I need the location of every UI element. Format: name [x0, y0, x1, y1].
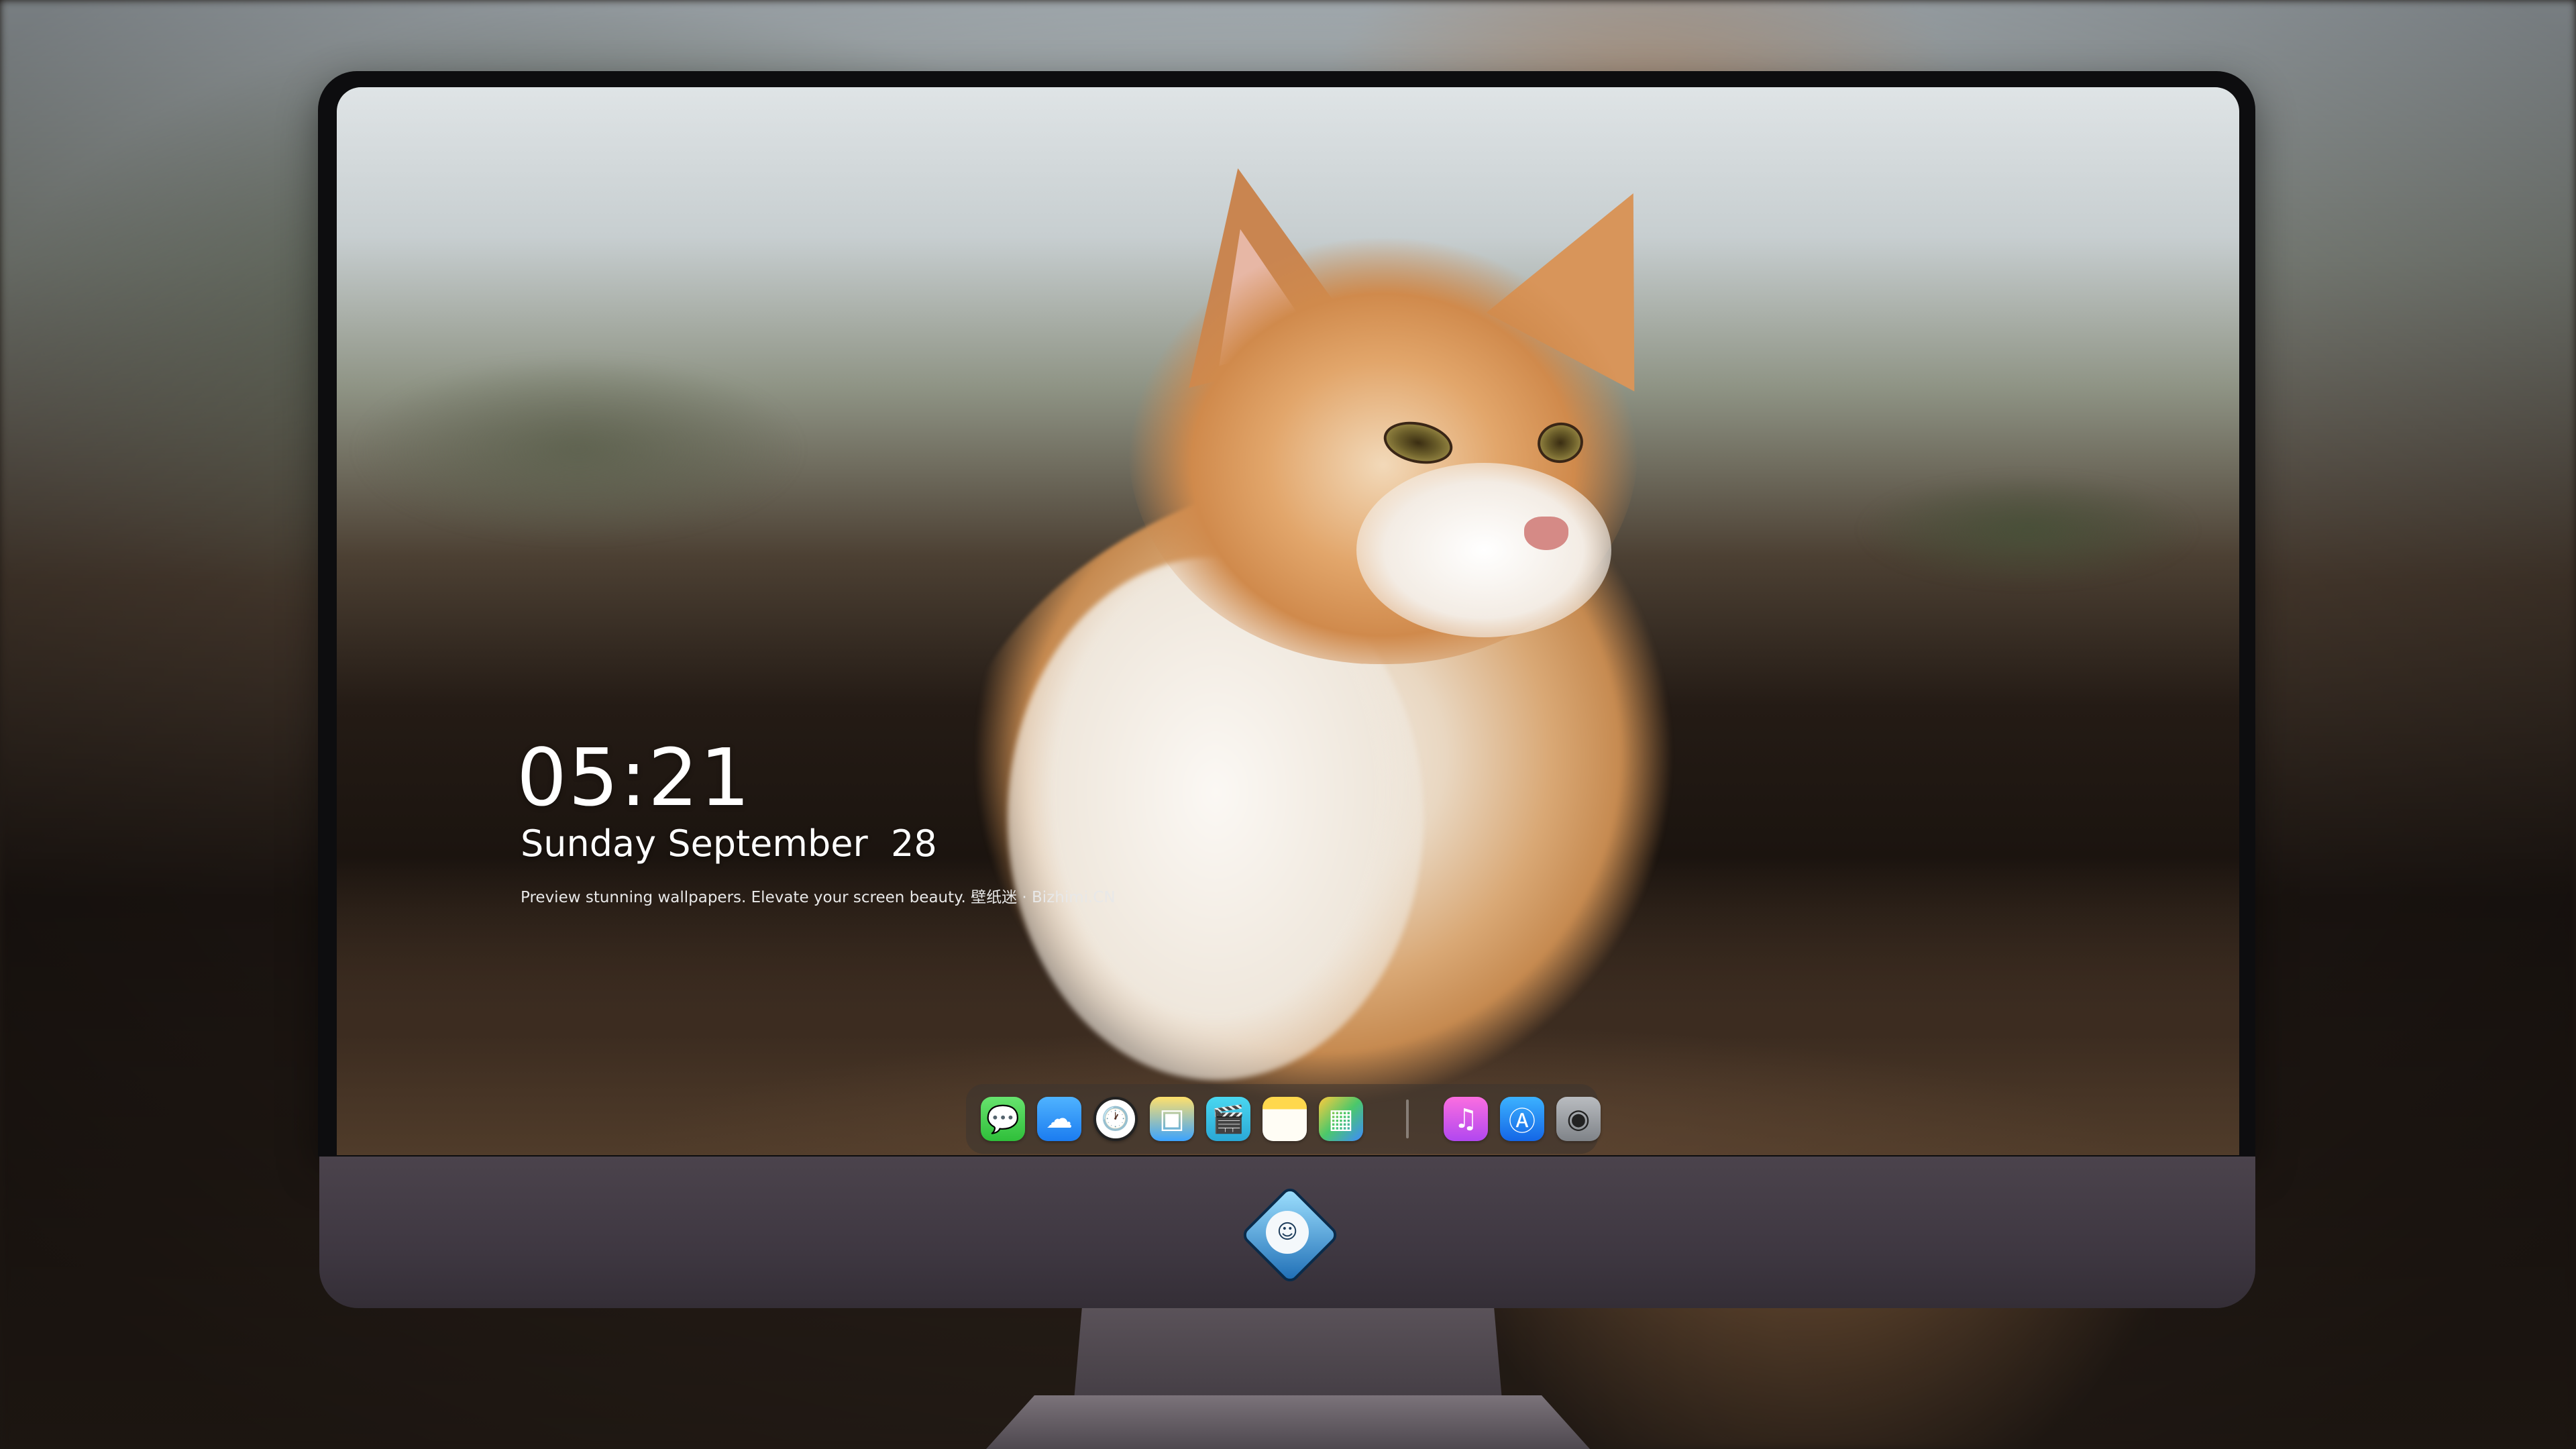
cat-muzzle: [1356, 463, 1611, 637]
finder-icon[interactable]: ▣: [1150, 1097, 1194, 1141]
desktop-screen: [337, 87, 2239, 1155]
lock-screen-time: 05:21: [517, 731, 752, 824]
cat-nose: [1524, 517, 1568, 550]
dock: 💬 ☁ 🕐 ▣ 🎬 ▦ ♫ Ⓐ ◉: [966, 1084, 1601, 1154]
messages-icon[interactable]: 💬: [981, 1097, 1025, 1141]
notes-icon[interactable]: [1263, 1097, 1307, 1141]
weather-icon[interactable]: ☁: [1037, 1097, 1081, 1141]
app-store-icon[interactable]: Ⓐ: [1500, 1097, 1544, 1141]
clock-icon[interactable]: 🕐: [1093, 1097, 1138, 1141]
music-icon[interactable]: ♫: [1444, 1097, 1488, 1141]
dock-separator: [1406, 1099, 1409, 1138]
camera-icon[interactable]: ◉: [1556, 1097, 1601, 1141]
wallpaper-tagline: Preview stunning wallpapers. Elevate you…: [521, 889, 1116, 906]
clapperboard-icon[interactable]: 🎬: [1206, 1097, 1250, 1141]
photos-icon[interactable]: ▦: [1319, 1097, 1363, 1141]
monitor-stand-base: [986, 1395, 1590, 1449]
mascot-icon: ☺: [1266, 1211, 1309, 1254]
wallpaper-cat: [337, 87, 2239, 1155]
lock-screen-date: Sunday September 28: [521, 822, 937, 865]
